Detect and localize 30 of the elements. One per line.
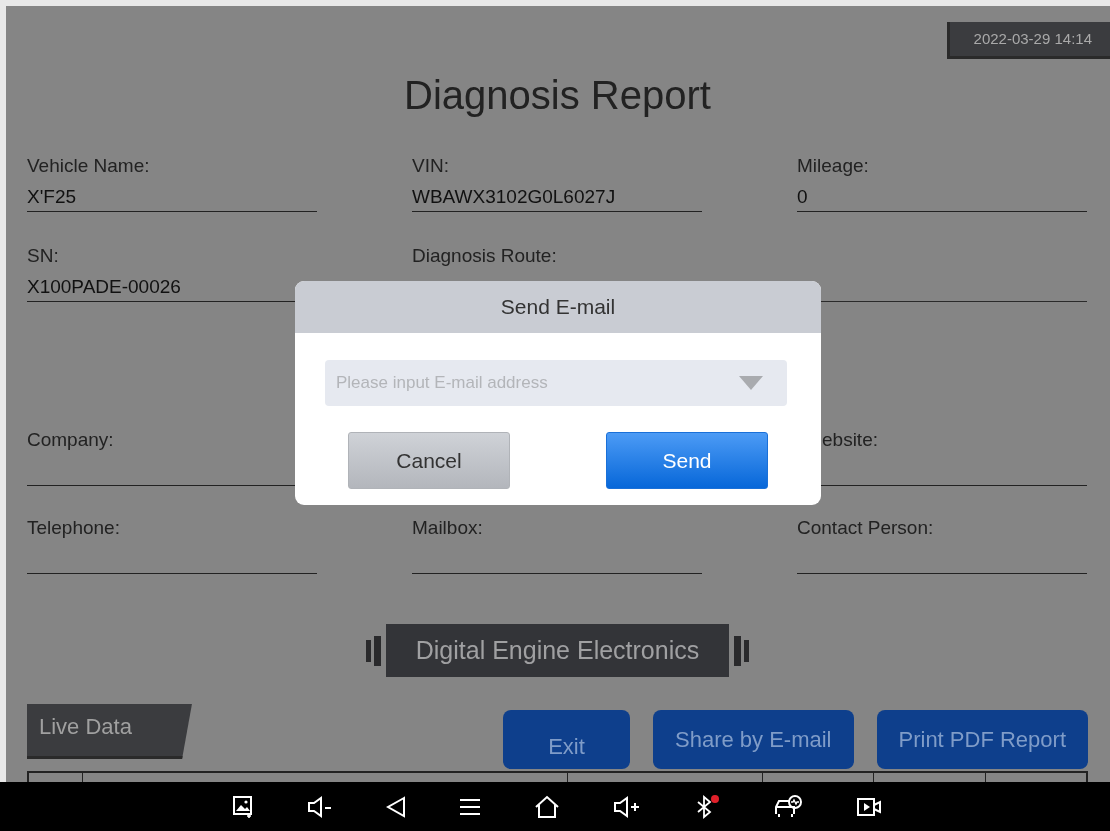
screenshot-icon[interactable] (232, 794, 254, 819)
action-button[interactable]: Print PDF Report (876, 710, 1088, 769)
input-field[interactable]: WBAWX3102G0L6027J (412, 180, 702, 212)
field-label: VIN: (412, 154, 450, 178)
video-record-icon[interactable] (856, 795, 882, 818)
section-banner: Digital Engine Electronics (365, 624, 750, 677)
field-label: Mailbox: (412, 516, 484, 540)
field-label: ebsite: (821, 428, 879, 452)
volume-down-icon[interactable] (307, 795, 333, 818)
dialog-button[interactable]: Cancel (348, 432, 510, 489)
field-label: Telephone: (27, 516, 121, 540)
dialog-title: Send E-mail (295, 281, 821, 333)
field-label: Diagnosis Route: (412, 244, 558, 268)
report-title: Diagnosis Report (403, 73, 712, 118)
field-label: Vehicle Name: (27, 154, 151, 178)
car-diagnostic-icon[interactable] (773, 793, 803, 820)
home-icon[interactable] (534, 794, 560, 819)
input-field[interactable]: X'F25 (27, 180, 317, 212)
field-label: Contact Person: (797, 516, 935, 540)
back-icon[interactable] (386, 795, 406, 818)
menu-icon[interactable] (459, 796, 481, 817)
input-field[interactable]: 0 (797, 180, 1087, 212)
date-time: 2022-03-29 14:14 (946, 22, 1110, 59)
action-button[interactable]: Exit (503, 710, 630, 769)
dialog-button[interactable]: Send (606, 432, 768, 489)
field-label: Company: (27, 428, 115, 452)
volume-up-icon[interactable] (613, 795, 641, 818)
field-label: SN: (27, 244, 60, 268)
field-label: Mileage: (797, 154, 870, 178)
action-button[interactable]: Share by E-mail (653, 710, 854, 769)
